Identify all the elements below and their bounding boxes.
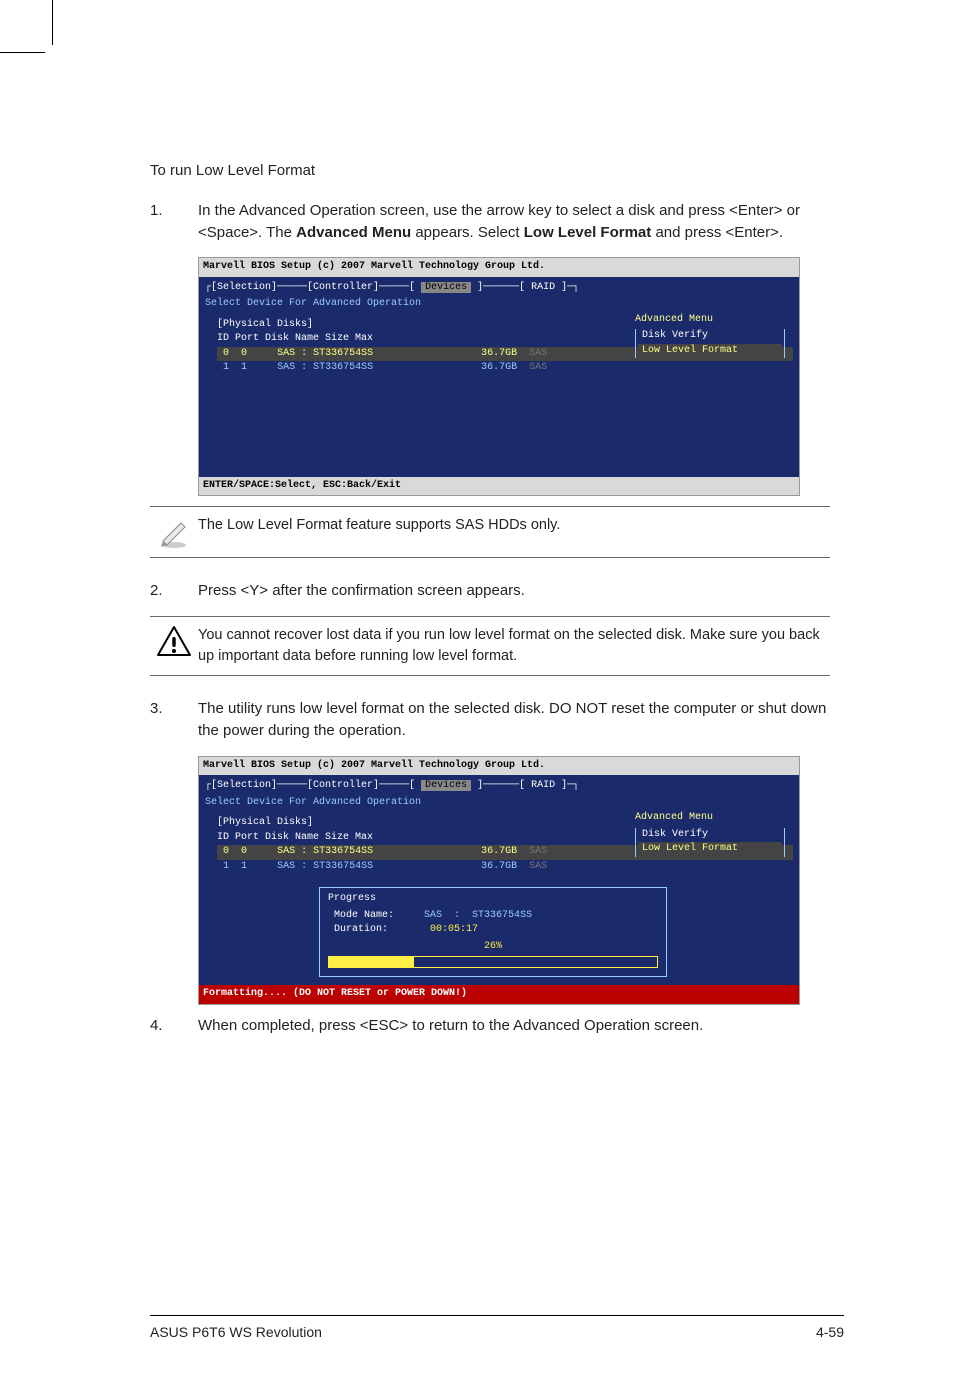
bios-status-formatting: Formatting.... (DO NOT RESET or POWER DO… xyxy=(199,985,799,1004)
advanced-menu: Advanced Menu Disk Verify Low Level Form… xyxy=(635,313,785,359)
menu-item-low-level-format: Low Level Format xyxy=(638,344,782,359)
step-number: 1. xyxy=(150,200,198,244)
c: SAS xyxy=(529,861,547,872)
bios-screenshot-2: Marvell BIOS Setup (c) 2007 Marvell Tech… xyxy=(198,756,800,1005)
menu-item-low-level-format: Low Level Format xyxy=(638,842,782,857)
bios-row-1: 1 1 SAS : ST336754SS 36.7GB SAS xyxy=(217,361,793,376)
percent: 26% xyxy=(328,940,658,955)
page-footer: ASUS P6T6 WS Revolution 4-59 xyxy=(150,1315,844,1342)
progress-box: Progress Mode Name: SAS : ST336754SS Dur… xyxy=(319,887,667,977)
step-3: 3. The utility runs low level format on … xyxy=(150,698,830,742)
c: 36.7GB xyxy=(481,846,517,857)
c: 1 xyxy=(223,362,229,373)
c: 0 xyxy=(241,846,247,857)
step-body: When completed, press <ESC> to return to… xyxy=(198,1015,830,1037)
bios-screenshot-1: Marvell BIOS Setup (c) 2007 Marvell Tech… xyxy=(198,257,800,496)
bold: Low Level Format xyxy=(524,224,652,241)
c: 36.7GB xyxy=(481,861,517,872)
tab: [Selection] xyxy=(211,282,277,293)
footer-right: 4-59 xyxy=(816,1322,844,1342)
c: 1 xyxy=(223,861,229,872)
note-info: The Low Level Format feature supports SA… xyxy=(150,506,830,558)
step-number: 2. xyxy=(150,580,198,602)
note-text: The Low Level Format feature supports SA… xyxy=(198,515,830,536)
bios-subtitle: Select Device For Advanced Operation xyxy=(205,297,793,312)
progress-bar xyxy=(328,956,658,968)
tab: [ RAID ] xyxy=(519,282,567,293)
c: SAS xyxy=(529,846,547,857)
note-warning: You cannot recover lost data if you run … xyxy=(150,616,830,676)
tab-selected: Devices xyxy=(421,780,471,791)
step-body: Press <Y> after the confirmation screen … xyxy=(198,580,830,602)
step-body: In the Advanced Operation screen, use th… xyxy=(198,200,830,244)
tab: [Controller] xyxy=(307,780,379,791)
c: SAS xyxy=(529,362,547,373)
mode-label: Mode Name: xyxy=(334,910,394,921)
c: 1 xyxy=(241,362,247,373)
footer-left: ASUS P6T6 WS Revolution xyxy=(150,1322,322,1342)
tab: [Selection] xyxy=(211,780,277,791)
progress-label: Progress xyxy=(328,892,658,907)
step-body: The utility runs low level format on the… xyxy=(198,698,830,742)
c: SAS : ST336754SS xyxy=(277,861,373,872)
tab: [ RAID ] xyxy=(519,780,567,791)
c: SAS : ST336754SS xyxy=(277,362,373,373)
bios-status: ENTER/SPACE:Select, ESC:Back/Exit xyxy=(199,477,799,496)
bios-title: Marvell BIOS Setup (c) 2007 Marvell Tech… xyxy=(199,757,799,776)
note-text: You cannot recover lost data if you run … xyxy=(198,625,830,667)
c: SAS xyxy=(529,348,547,359)
intro-text: To run Low Level Format xyxy=(150,160,830,182)
text: appears. Select xyxy=(411,224,524,241)
bios-tabs: ┌[Selection]─────[Controller]─────[ Devi… xyxy=(205,779,793,794)
menu-title: Advanced Menu xyxy=(635,811,785,826)
c: 36.7GB xyxy=(481,348,517,359)
c: 0 xyxy=(241,348,247,359)
tab-selected: Devices xyxy=(421,282,471,293)
c: 1 xyxy=(241,861,247,872)
bios-title: Marvell BIOS Setup (c) 2007 Marvell Tech… xyxy=(199,258,799,277)
bios-row-1: 1 1 SAS : ST336754SS 36.7GB SAS xyxy=(217,860,793,875)
menu-item-disk-verify: Disk Verify xyxy=(638,329,782,344)
step-1: 1. In the Advanced Operation screen, use… xyxy=(150,200,830,244)
tab: [Controller] xyxy=(307,282,379,293)
step-4: 4. When completed, press <ESC> to return… xyxy=(150,1015,830,1037)
warning-icon xyxy=(150,625,198,659)
c: SAS : ST336754SS xyxy=(277,348,373,359)
bios-subtitle: Select Device For Advanced Operation xyxy=(205,796,793,811)
advanced-menu: Advanced Menu Disk Verify Low Level Form… xyxy=(635,811,785,857)
step-2: 2. Press <Y> after the confirmation scre… xyxy=(150,580,830,602)
step-number: 4. xyxy=(150,1015,198,1037)
c: SAS : ST336754SS xyxy=(277,846,373,857)
menu-item-disk-verify: Disk Verify xyxy=(638,828,782,843)
mode-value: SAS : ST336754SS xyxy=(424,910,532,921)
c: 0 xyxy=(223,846,229,857)
bold: Advanced Menu xyxy=(296,224,411,241)
dur-label: Duration: xyxy=(334,924,388,935)
dur-value: 00:05:17 xyxy=(430,924,478,935)
c: 0 xyxy=(223,348,229,359)
bios-tabs: ┌[Selection]─────[Controller]─────[ Devi… xyxy=(205,281,793,296)
text: and press <Enter>. xyxy=(651,224,783,241)
c: 36.7GB xyxy=(481,362,517,373)
menu-title: Advanced Menu xyxy=(635,313,785,328)
pencil-icon xyxy=(150,515,198,549)
step-number: 3. xyxy=(150,698,198,742)
